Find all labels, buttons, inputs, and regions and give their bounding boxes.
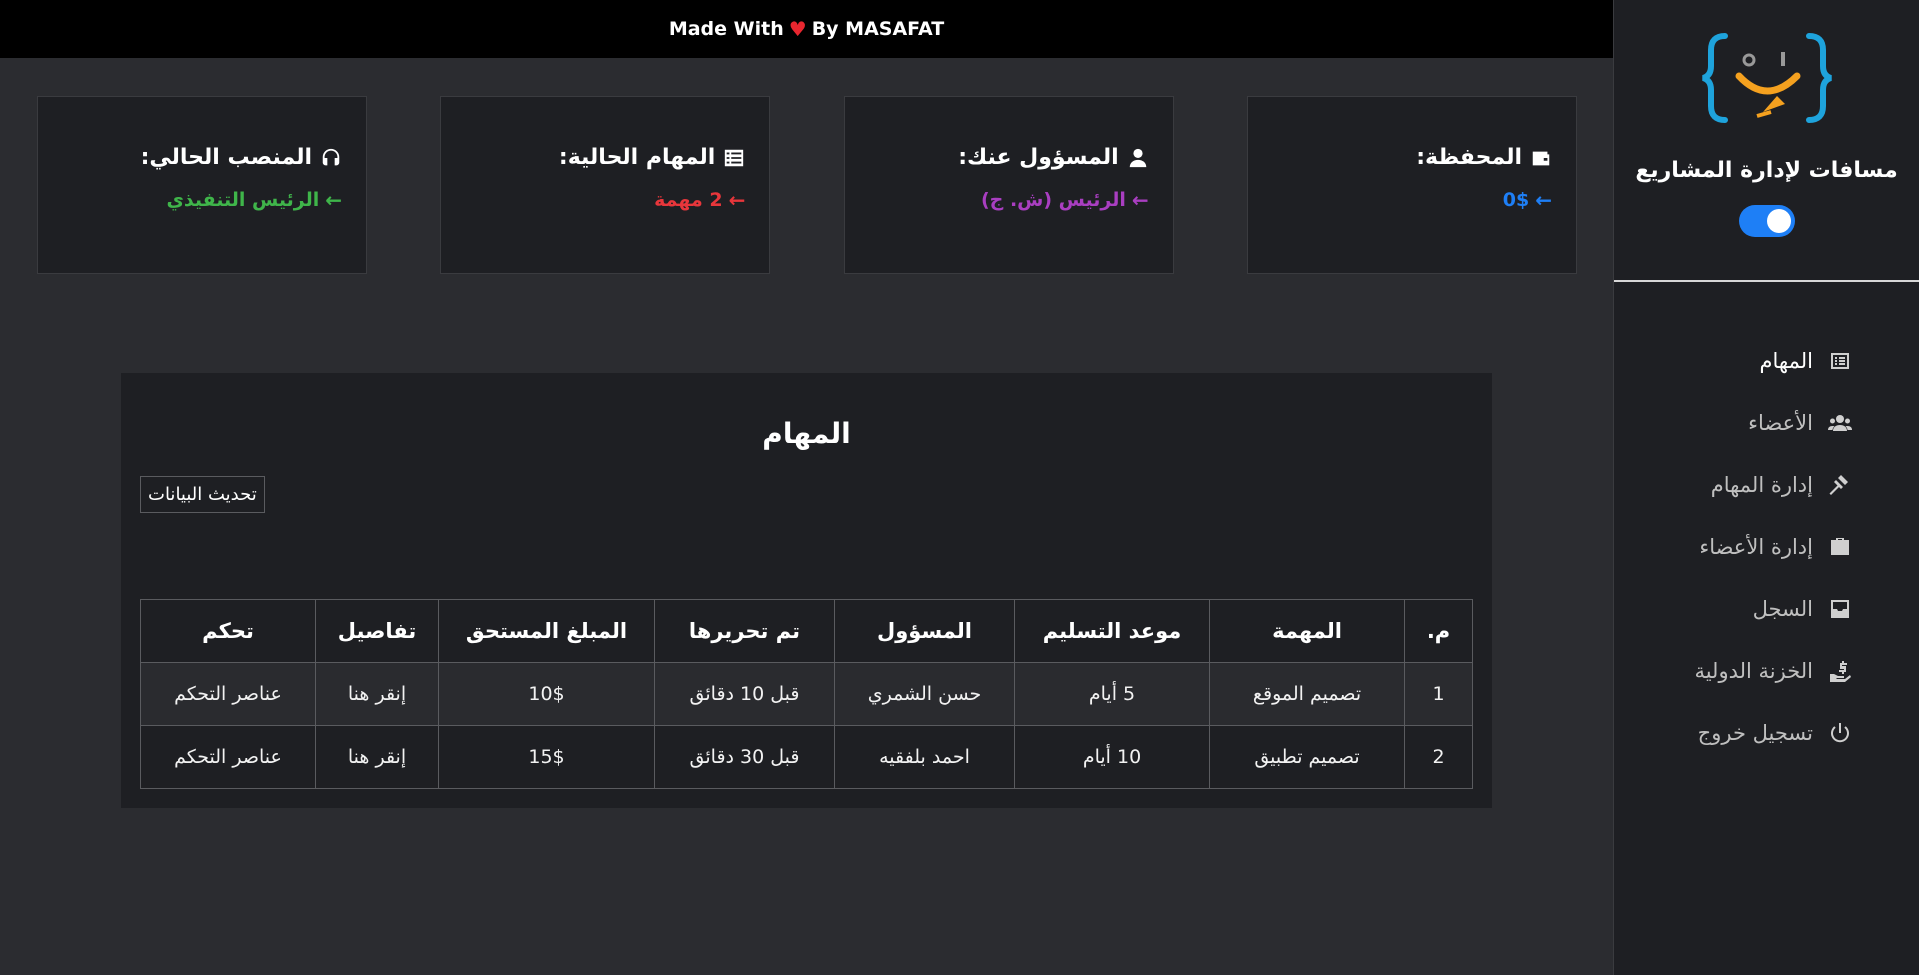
sidebar-item-log[interactable]: السجل [1614, 578, 1919, 640]
brand-section: مسافات لإدارة المشاريع [1614, 0, 1919, 282]
cell-edited: قبل 30 دقائق [654, 725, 835, 789]
card-wallet: المحفظة: ← 0$ [1247, 96, 1577, 274]
inbox-icon [1827, 596, 1853, 622]
sidebar-item-logout[interactable]: تسجيل خروج [1614, 702, 1919, 764]
card-title: المنصب الحالي: [140, 145, 313, 170]
card-value: 0$ [1502, 189, 1530, 211]
column-header: المسؤول [834, 599, 1015, 663]
column-header: م. [1404, 599, 1473, 663]
briefcase-icon [1827, 534, 1853, 560]
card-value: الرئيس التنفيذي [166, 189, 320, 211]
sidebar-item-task-management[interactable]: إدارة المهام [1614, 454, 1919, 516]
cell-deadline: 10 أيام [1014, 725, 1210, 789]
arrow-left-icon: ← [1131, 188, 1149, 212]
card-current-position: المنصب الحالي: ← الرئيس التنفيذي [37, 96, 368, 274]
cell-deadline: 5 أيام [1014, 662, 1210, 726]
cell-edited: قبل 10 دقائق [654, 662, 835, 726]
arrow-left-icon: ← [1535, 188, 1552, 212]
headset-icon [320, 147, 342, 169]
column-header: المبلغ المستحق [438, 599, 655, 663]
details-link[interactable]: إنقر هنا [315, 725, 439, 789]
cell-task: تصميم تطبيق [1209, 725, 1405, 789]
column-header: المهمة [1209, 599, 1405, 663]
column-header: تحكم [140, 599, 316, 663]
sidebar-nav: المهام الأعضاء إدارة المهام إدارة الأعضا… [1614, 282, 1919, 764]
sidebar-item-members[interactable]: الأعضاء [1614, 392, 1919, 454]
hand-holding-dollar-icon [1827, 658, 1853, 684]
cell-assignee: حسن الشمري [834, 662, 1015, 726]
table-row: 1 تصميم الموقع 5 أيام حسن الشمري قبل 10 … [140, 662, 1473, 726]
cell-index: 2 [1404, 725, 1473, 789]
controls-link[interactable]: عناصر التحكم [140, 662, 316, 726]
list-alt-icon [723, 147, 745, 169]
theme-toggle[interactable] [1738, 205, 1795, 237]
sidebar-item-tasks[interactable]: المهام [1614, 330, 1919, 392]
controls-link[interactable]: عناصر التحكم [140, 725, 316, 789]
wallet-icon [1530, 147, 1552, 169]
arrow-left-icon: ← [325, 188, 343, 212]
sidebar-item-label: الأعضاء [1748, 411, 1813, 435]
cell-task: تصميم الموقع [1209, 662, 1405, 726]
column-header: تفاصيل [315, 599, 439, 663]
table-header-row: م. المهمة موعد التسليم المسؤول تم تحريره… [140, 599, 1473, 663]
credit-prefix: Made With [668, 18, 784, 40]
details-link[interactable]: إنقر هنا [315, 662, 439, 726]
heart-icon: ♥ [788, 17, 807, 41]
sidebar-item-label: الخزنة الدولية [1694, 659, 1813, 683]
cell-amount: 10$ [438, 662, 655, 726]
tasks-table: م. المهمة موعد التسليم المسؤول تم تحريره… [140, 599, 1473, 789]
sidebar-item-treasury[interactable]: الخزنة الدولية [1614, 640, 1919, 702]
sidebar-item-label: السجل [1752, 597, 1813, 621]
footer-credit-bar: Made With ♥ By MASAFAT [0, 0, 1613, 58]
cell-amount: 15$ [438, 725, 655, 789]
table-row: 2 تصميم تطبيق 10 أيام احمد بلفقيه قبل 30… [140, 725, 1473, 789]
refresh-data-button[interactable]: تحديث البيانات [140, 476, 265, 513]
column-header: تم تحريرها [654, 599, 835, 663]
cell-assignee: احمد بلفقيه [834, 725, 1015, 789]
power-icon [1827, 720, 1853, 746]
toggle-knob [1766, 209, 1791, 233]
cell-index: 1 [1404, 662, 1473, 726]
card-supervisor: المسؤول عنك: ← الرئيس (ش. ج) [843, 96, 1174, 274]
card-current-tasks: المهام الحالية: ← 2 مهمة [440, 96, 771, 274]
user-icon [1127, 147, 1149, 169]
logo-icon [1701, 33, 1832, 123]
sidebar-item-label: إدارة الأعضاء [1699, 535, 1813, 559]
sidebar: مسافات لإدارة المشاريع المهام الأعضاء إد… [1613, 0, 1919, 975]
card-title: المسؤول عنك: [958, 145, 1119, 170]
panel-title: المهام [762, 417, 851, 450]
credit-suffix: By MASAFAT [811, 18, 945, 40]
app-title: مسافات لإدارة المشاريع [1635, 158, 1898, 183]
card-value: الرئيس (ش. ج) [980, 189, 1126, 211]
sidebar-item-label: تسجيل خروج [1697, 721, 1813, 745]
tasks-panel: المهام تحديث البيانات م. المهمة موعد الت… [121, 373, 1492, 808]
card-title: المهام الحالية: [558, 145, 716, 170]
sidebar-item-label: المهام [1759, 349, 1813, 373]
gavel-icon [1827, 472, 1853, 498]
sidebar-item-member-management[interactable]: إدارة الأعضاء [1614, 516, 1919, 578]
card-value: 2 مهمة [654, 189, 723, 211]
sidebar-item-label: إدارة المهام [1710, 473, 1813, 497]
column-header: موعد التسليم [1014, 599, 1210, 663]
list-icon [1827, 348, 1853, 374]
users-icon [1827, 410, 1853, 436]
stat-cards: المنصب الحالي: ← الرئيس التنفيذي المهام … [37, 96, 1577, 274]
card-title: المحفظة: [1416, 145, 1522, 170]
arrow-left-icon: ← [728, 188, 746, 212]
